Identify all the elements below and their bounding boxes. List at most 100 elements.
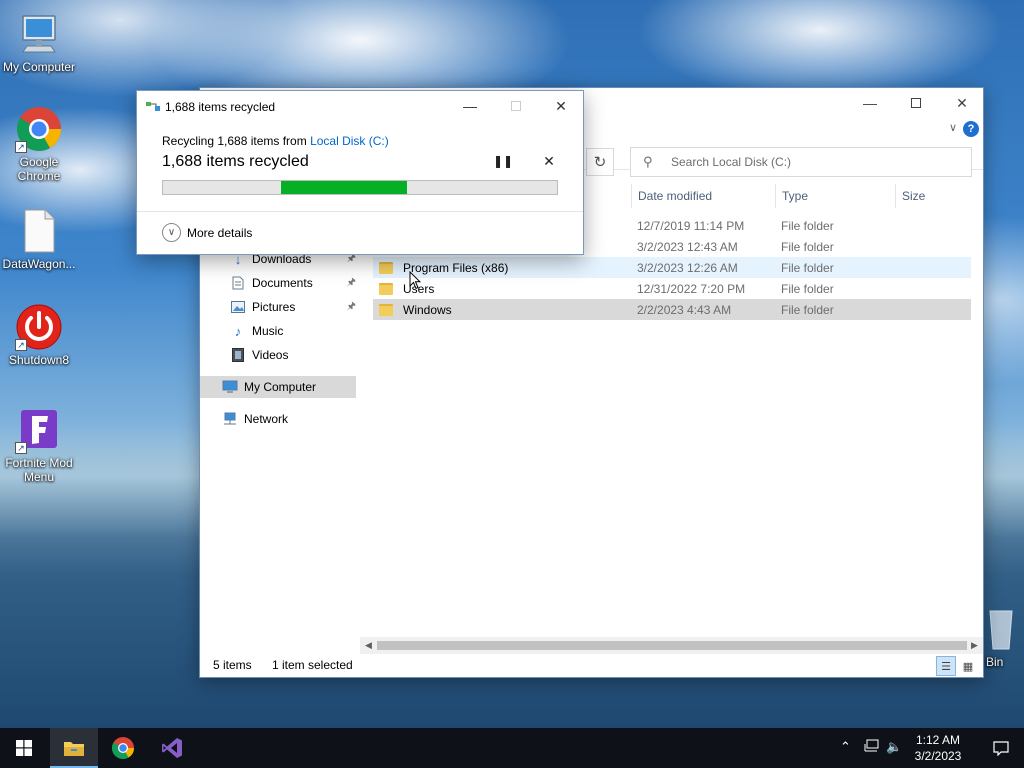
search-icon: ⚲: [643, 154, 653, 169]
refresh-button[interactable]: ↻: [586, 148, 614, 176]
nav-item-my-computer[interactable]: My Computer: [200, 376, 356, 398]
windows-logo-icon: [16, 740, 32, 756]
nav-item-documents[interactable]: Documents 🖈: [230, 272, 356, 294]
start-button[interactable]: [0, 728, 48, 768]
cancel-icon: ✕: [543, 153, 555, 169]
recycle-progress-icon: [146, 101, 160, 112]
volume-icon[interactable]: 🔈: [886, 739, 902, 755]
maximize-icon: [911, 98, 921, 108]
nav-item-pictures[interactable]: Pictures 🖈: [230, 296, 356, 318]
scroll-left-icon[interactable]: ◀: [360, 637, 377, 654]
chrome-icon: ↗: [15, 105, 63, 153]
cancel-button[interactable]: ✕: [539, 153, 559, 171]
dialog-divider: [137, 211, 583, 212]
expand-ribbon-icon[interactable]: ∨: [949, 121, 957, 134]
computer-icon: [222, 379, 238, 395]
subtitle-text: Recycling 1,688 items from: [162, 134, 311, 148]
more-details-button[interactable]: ∨ More details: [162, 223, 252, 242]
recycle-bin-icon: [986, 605, 1016, 653]
pin-icon[interactable]: 🖈: [347, 299, 356, 316]
progress-bar-fill: [281, 181, 408, 194]
computer-icon: [15, 10, 63, 58]
taskbar-chrome-button[interactable]: [99, 728, 147, 768]
desktop-icon-label: My Computer: [2, 60, 76, 74]
dialog-close-button[interactable]: ✕: [538, 91, 584, 121]
file-type: File folder: [781, 281, 834, 296]
recycle-progress-dialog[interactable]: 1,688 items recycled — ✕ Recycling 1,688…: [136, 90, 584, 255]
nav-label: My Computer: [244, 380, 317, 394]
network-status-icon[interactable]: [863, 739, 879, 756]
file-date: 12/7/2019 11:14 PM: [637, 218, 745, 233]
shortcut-arrow-icon: ↗: [15, 339, 27, 351]
show-hidden-icons-icon[interactable]: ⌃: [840, 739, 851, 755]
desktop-icon-datawagon[interactable]: DataWagon...: [0, 207, 78, 271]
videos-icon: [230, 347, 246, 363]
minimize-button[interactable]: —: [847, 88, 893, 118]
desktop-icon-label: DataWagon...: [2, 257, 76, 271]
pause-button[interactable]: ❚❚: [493, 154, 513, 172]
file-type: File folder: [781, 218, 834, 233]
desktop-icon-shutdown8[interactable]: ↗ Shutdown8: [0, 303, 78, 367]
file-name: Windows: [403, 302, 452, 317]
chrome-icon: [112, 737, 134, 759]
close-icon: ✕: [555, 97, 567, 114]
minimize-icon: —: [863, 95, 877, 111]
visual-studio-icon: [162, 738, 182, 758]
nav-item-network[interactable]: Network: [200, 408, 356, 430]
file-type: File folder: [781, 239, 834, 254]
file-row[interactable]: Program Files (x86) 3/2/2023 12:26 AM Fi…: [373, 257, 971, 278]
nav-label: Music: [252, 324, 284, 338]
action-center-button[interactable]: [978, 728, 1024, 768]
clock-date: 3/2/2023: [914, 749, 962, 763]
nav-label: Pictures: [252, 300, 296, 314]
desktop-icon-google-chrome[interactable]: ↗ Google Chrome: [0, 105, 78, 183]
desktop-icon-fortnite-mod-menu[interactable]: ↗ Fortnite Mod Menu: [0, 406, 78, 484]
taskbar-clock[interactable]: 1:12 AM 3/2/2023: [908, 732, 968, 764]
navigation-pane: ↓ Downloads 🖈 Documents 🖈 Pictures 🖈 ♪ M…: [200, 248, 360, 508]
scroll-right-icon[interactable]: ▶: [966, 637, 983, 654]
file-date: 12/31/2022 7:20 PM: [637, 281, 746, 296]
file-type: File folder: [781, 260, 834, 275]
more-details-label: More details: [187, 225, 253, 240]
nav-label: Videos: [252, 348, 289, 362]
file-date: 2/2/2023 4:43 AM: [637, 302, 732, 317]
progress-bar: [162, 180, 558, 195]
desktop-icon-my-computer[interactable]: My Computer: [0, 10, 78, 74]
column-label: Type: [782, 189, 809, 203]
chevron-down-icon: ∨: [162, 223, 181, 242]
horizontal-scrollbar[interactable]: ◀ ▶: [360, 637, 983, 654]
pin-icon[interactable]: 🖈: [347, 275, 356, 292]
file-name-cell: Windows: [379, 299, 452, 320]
scrollbar-thumb[interactable]: [377, 641, 967, 650]
column-header-date-modified[interactable]: Date modified: [631, 184, 775, 208]
taskbar-visual-studio-button[interactable]: [148, 728, 196, 768]
file-row[interactable]: Windows 2/2/2023 4:43 AM File folder: [373, 299, 971, 320]
source-location-link[interactable]: Local Disk (C:): [310, 134, 389, 148]
help-icon[interactable]: ?: [963, 121, 979, 137]
large-icons-view-button[interactable]: ▦: [958, 656, 978, 676]
dialog-minimize-button[interactable]: —: [447, 91, 493, 121]
file-date: 3/2/2023 12:43 AM: [637, 239, 738, 254]
clock-time: 1:12 AM: [915, 733, 961, 747]
close-button[interactable]: ✕: [939, 88, 985, 118]
desktop-icon-label: Google Chrome: [17, 155, 61, 183]
selection-count: 1 item selected: [272, 658, 353, 672]
column-label: Date modified: [638, 189, 713, 203]
details-view-button[interactable]: ☰: [936, 656, 956, 676]
column-header-size[interactable]: Size: [895, 184, 975, 208]
close-icon: ✕: [956, 94, 968, 111]
desktop-icon-label: Shutdown8: [8, 353, 70, 367]
file-row[interactable]: Users 12/31/2022 7:20 PM File folder: [373, 278, 971, 299]
nav-item-music[interactable]: ♪ Music: [230, 320, 356, 342]
file-name-cell: Users: [379, 278, 434, 299]
nav-item-videos[interactable]: Videos: [230, 344, 356, 366]
refresh-icon: ↻: [593, 154, 607, 171]
search-input[interactable]: ⚲ Search Local Disk (C:): [630, 147, 972, 177]
maximize-button[interactable]: [893, 88, 939, 118]
column-header-type[interactable]: Type: [775, 184, 895, 208]
taskbar: ⌃ 🔈 1:12 AM 3/2/2023: [0, 728, 1024, 768]
notification-icon: [993, 740, 1009, 756]
large-icons-view-icon: ▦: [962, 660, 974, 673]
taskbar-file-explorer-button[interactable]: [50, 728, 98, 768]
network-icon: [222, 411, 238, 427]
